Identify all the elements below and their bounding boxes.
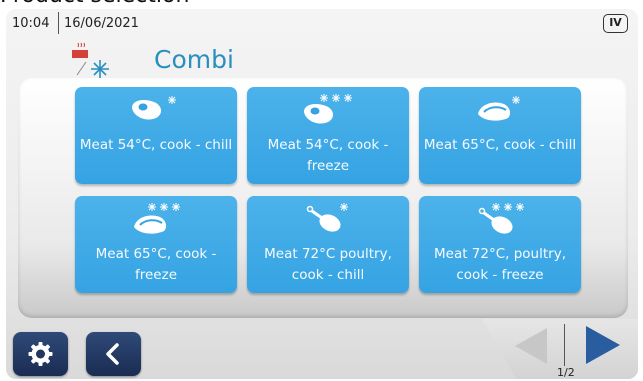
back-button[interactable]: [86, 332, 141, 376]
tile-label: Meat 72°C poultry, cook - chill: [264, 246, 392, 283]
clock-time: 10:04: [12, 16, 50, 31]
product-tile-poultry-72-chill[interactable]: Meat 72°C poultry, cook - chill: [247, 196, 409, 293]
status-bar: 10:04 16/06/2021 IV: [6, 9, 638, 39]
product-tile-meat-65-chill[interactable]: Meat 65°C, cook - chill: [419, 87, 581, 184]
chevron-left-icon: [106, 343, 119, 365]
product-panel: Meat 54°C, cook - chill Meat 54°C, cook …: [18, 78, 628, 318]
previous-page-arrow-icon[interactable]: [511, 326, 551, 366]
steak-icon: [304, 94, 352, 124]
tile-label: Meat 54°C, cook - freeze: [267, 137, 389, 174]
product-tile-meat-65-freeze[interactable]: Meat 65°C, cook - freeze: [75, 196, 237, 293]
tile-label: Meat 72°C, poultry, cook - freeze: [433, 246, 566, 283]
status-divider: [58, 12, 59, 34]
product-tile-poultry-72-freeze[interactable]: Meat 72°C, poultry, cook - freeze: [419, 196, 581, 293]
next-page-arrow-icon[interactable]: [582, 324, 624, 366]
page-indicator: 1/2: [557, 366, 575, 379]
drumstick-icon: [478, 203, 524, 234]
tile-label: Meat 65°C, cook - freeze: [95, 246, 217, 283]
user-level-badge[interactable]: IV: [603, 14, 628, 33]
device-screen: 10:04 16/06/2021 IV Combi Meat 54°C, coo…: [6, 9, 638, 379]
tile-label: Meat 65°C, cook - chill: [423, 137, 577, 153]
mode-title: Combi: [154, 45, 234, 74]
roast-icon: [134, 203, 180, 234]
combi-cook-chill-icon: [72, 42, 109, 78]
drumstick-icon: [306, 203, 348, 232]
clock-date: 16/06/2021: [64, 16, 139, 31]
page-heading: Product selection: [0, 0, 189, 8]
roast-icon: [478, 96, 520, 121]
pager-divider: [564, 324, 565, 366]
settings-button[interactable]: [13, 332, 68, 376]
product-tile-meat-54-freeze[interactable]: Meat 54°C, cook - freeze: [247, 87, 409, 184]
product-tile-meat-54-chill[interactable]: Meat 54°C, cook - chill: [75, 87, 237, 184]
steak-icon: [132, 96, 176, 120]
bottom-bar: 1/2: [6, 319, 638, 379]
tile-label: Meat 54°C, cook - chill: [79, 137, 233, 153]
gear-icon: [28, 342, 53, 366]
